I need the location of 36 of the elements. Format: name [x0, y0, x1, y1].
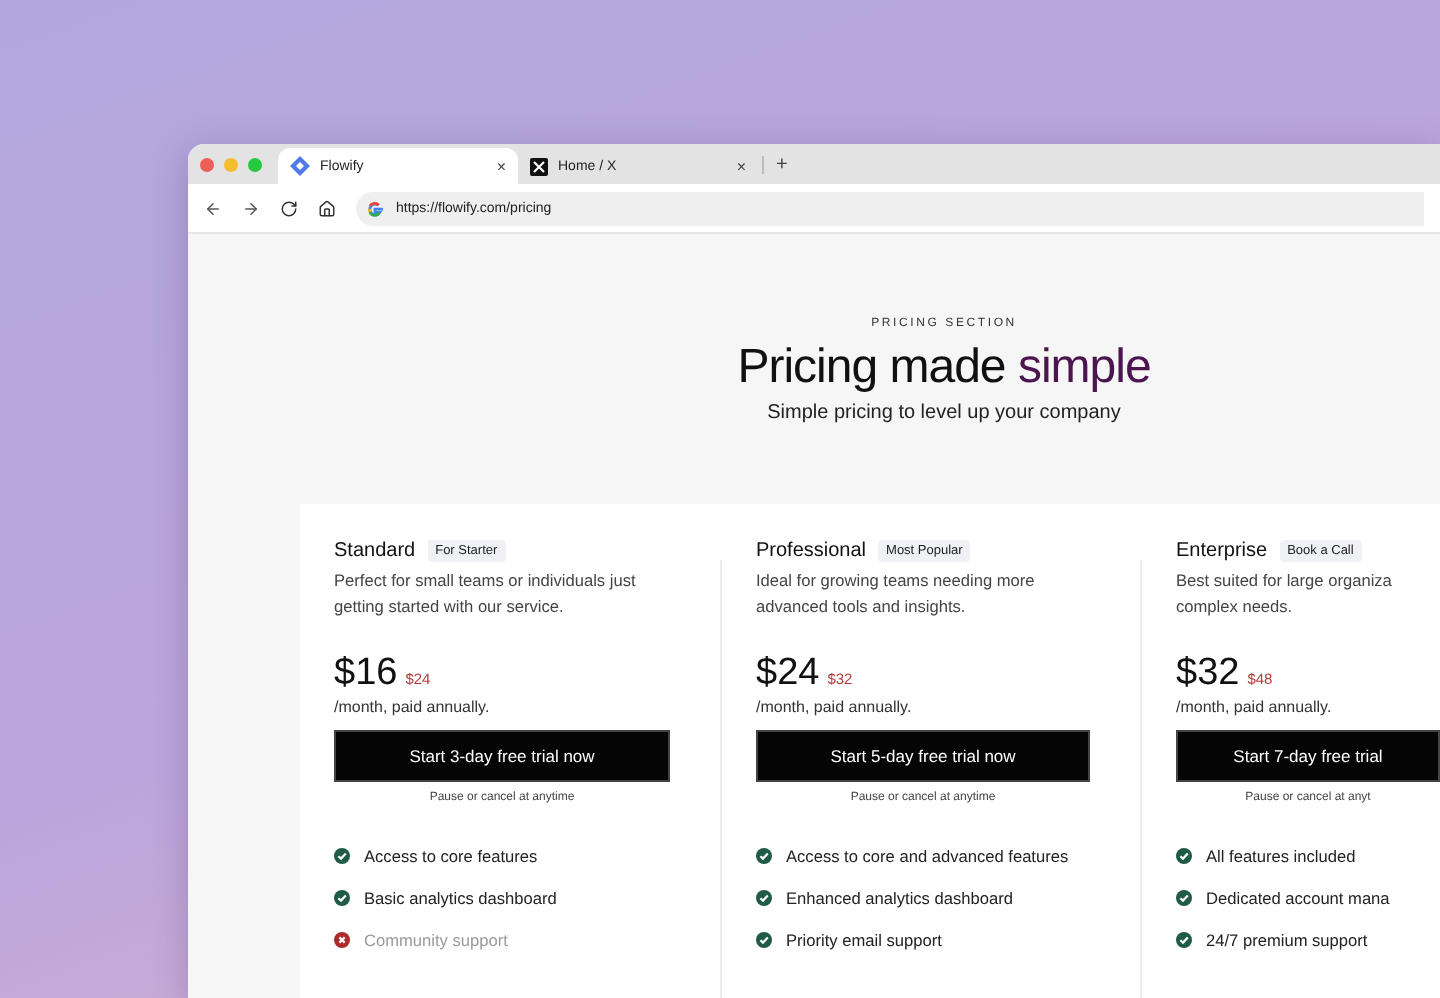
feature-text: 24/7 premium support — [1206, 929, 1368, 949]
free-trial-button[interactable]: Start 3-day free trial now — [334, 730, 670, 782]
plan-name: Professional — [756, 540, 867, 562]
billing-period: /month, paid annually. — [334, 698, 492, 716]
google-logo-icon — [366, 199, 384, 217]
plan-price: $24 — [756, 652, 820, 696]
plan-description: Perfect for small teams or individuals just getting started with our service. — [334, 568, 638, 620]
diamond-logo-icon — [290, 156, 310, 176]
plan-price: $32 — [1176, 652, 1240, 696]
free-trial-button[interactable]: Start 5-day free trial now — [756, 730, 1090, 782]
billing-period: /month, paid annually. — [1176, 698, 1334, 716]
x-logo-icon — [530, 157, 548, 175]
feature-text: Access to core and advanced features — [786, 845, 1069, 865]
plan-name: Standard — [334, 540, 416, 562]
close-window-icon[interactable] — [200, 157, 214, 171]
free-trial-button[interactable]: Start 7-day free trial — [1176, 730, 1440, 782]
back-icon[interactable] — [204, 199, 222, 217]
page-subtitle: Simple pricing to level up your company — [767, 402, 1121, 424]
feature-text: Access to core features — [364, 845, 538, 865]
page-heading: Pricing made simple — [737, 340, 1151, 396]
close-tab-icon[interactable]: × — [736, 157, 746, 175]
feature-text: Enhanced analytics dashboard — [786, 887, 1013, 907]
reload-icon[interactable] — [280, 199, 298, 217]
plan-name: Enterprise — [1176, 540, 1268, 562]
feature-text: Priority email support — [786, 929, 942, 949]
plan-description: Ideal for growing teams needing more advanced tools and insights. — [756, 568, 1037, 620]
feature-text: All features included — [1206, 845, 1356, 865]
feature-text: Basic analytics dashboard — [364, 887, 557, 907]
home-icon[interactable] — [318, 199, 336, 217]
billing-period: /month, paid annually. — [756, 698, 914, 716]
feature-text: Community support — [364, 929, 508, 949]
plan-description: Best suited for large organiza complex needs. — [1176, 568, 1394, 620]
plan-price: $16 — [334, 652, 398, 696]
close-tab-icon[interactable]: × — [496, 157, 506, 175]
feature-text: Dedicated account mana — [1206, 887, 1390, 907]
forward-icon[interactable] — [242, 199, 260, 217]
